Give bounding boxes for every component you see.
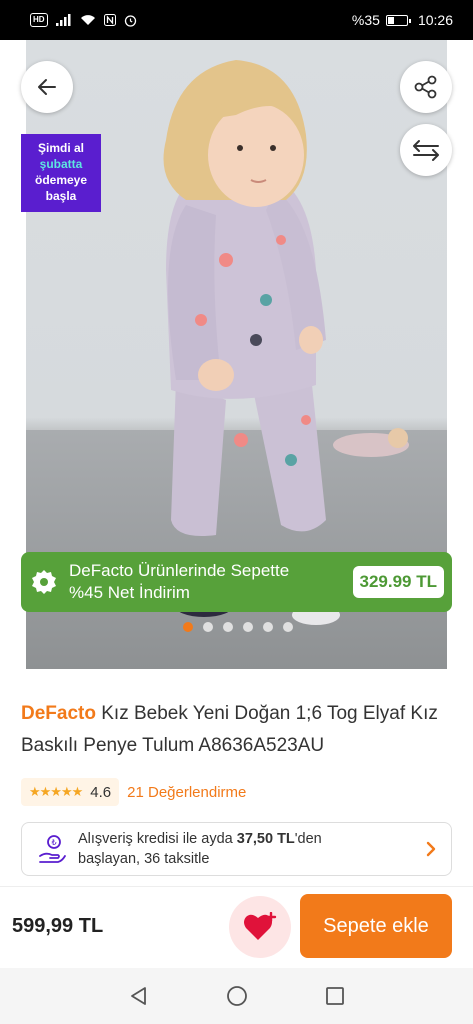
badge-percent-icon <box>32 570 56 594</box>
favorite-button[interactable] <box>229 896 291 958</box>
discount-price: 329.99 TL <box>352 566 444 598</box>
pagination-dot[interactable] <box>282 622 293 632</box>
compare-arrows-icon <box>413 140 439 161</box>
arrow-left-icon <box>38 79 56 95</box>
pagination-dot[interactable] <box>262 622 273 632</box>
credit-suffix: 'den <box>294 831 322 847</box>
nav-home-icon[interactable] <box>225 984 249 1008</box>
hand-coin-icon: ₺ <box>39 835 66 863</box>
status-bar: HD %35 10:26 <box>0 0 473 40</box>
battery-icon <box>385 14 411 26</box>
product-price: 599,99 TL <box>12 915 104 937</box>
nfc-icon <box>103 14 116 26</box>
credit-amount: 37,50 TL <box>236 831 295 847</box>
pagination-dot[interactable] <box>182 622 193 632</box>
promo-tag-line4: başla <box>45 189 77 203</box>
promo-tag-line3: ödemeye <box>34 173 88 187</box>
discount-banner[interactable]: DeFacto Ürünlerinde Sepette %45 Net İndi… <box>21 552 452 612</box>
add-to-cart-button[interactable]: Sepete ekle <box>300 894 452 958</box>
status-right: %35 10:26 <box>352 12 453 28</box>
signal-icon <box>55 14 71 26</box>
product-title: DeFacto Kız Bebek Yeni Doğan 1;6 Tog Ely… <box>21 698 461 762</box>
promo-tag-line1: Şimdi al <box>37 141 84 155</box>
product-brand[interactable]: DeFacto <box>21 703 96 724</box>
system-nav-bar <box>0 968 473 1024</box>
discount-text: DeFacto Ürünlerinde Sepette %45 Net İndi… <box>57 560 353 604</box>
rating-value: 4.6 <box>90 783 112 801</box>
discount-line1: DeFacto Ürünlerinde Sepette <box>69 561 290 580</box>
status-left: HD <box>30 13 137 27</box>
credit-line2: başlayan, 36 taksitle <box>78 851 210 867</box>
pagination-dot[interactable] <box>222 622 233 632</box>
pagination-dot[interactable] <box>202 622 213 632</box>
battery-fill <box>387 16 394 24</box>
rating-row[interactable]: ★★★★★ 4.6 21 Değerlendirme <box>21 778 246 806</box>
chevron-right-icon <box>426 841 436 857</box>
rating-stars: ★★★★★ <box>29 784 83 799</box>
discount-line2: %45 Net İndirim <box>69 583 190 602</box>
pagination-dot[interactable] <box>242 622 253 632</box>
alarm-icon <box>124 14 136 27</box>
share-icon <box>414 75 437 99</box>
credit-offer[interactable]: ₺ Alışveriş kredisi ile ayda 37,50 TL'de… <box>21 822 452 876</box>
nav-back-icon[interactable] <box>128 985 150 1007</box>
wifi-icon <box>80 15 95 25</box>
hd-network-badge: HD <box>30 13 48 27</box>
nav-recents-icon[interactable] <box>324 985 346 1007</box>
promo-tag-line2: şubatta <box>39 157 83 171</box>
share-button[interactable] <box>400 61 452 113</box>
credit-text: Alışveriş kredisi ile ayda 37,50 TL'den … <box>66 829 425 869</box>
heart-icon <box>244 912 277 940</box>
clock: 10:26 <box>417 12 453 28</box>
rating-pill[interactable]: ★★★★★ 4.6 <box>21 778 120 806</box>
svg-text:₺: ₺ <box>51 838 56 847</box>
reviews-link[interactable]: 21 Değerlendirme <box>127 784 246 801</box>
product-gallery[interactable]: Şimdi al şubatta ödemeye başla DeFacto Ü… <box>0 40 473 669</box>
back-button[interactable] <box>21 61 73 113</box>
compare-button[interactable] <box>400 124 452 176</box>
credit-prefix: Alışveriş kredisi ile ayda <box>78 831 237 847</box>
battery-percent: %35 <box>351 12 380 28</box>
gallery-pagination[interactable] <box>0 622 473 632</box>
bottom-action-bar: 599,99 TL Sepete ekle <box>0 886 473 968</box>
promo-tag[interactable]: Şimdi al şubatta ödemeye başla <box>21 134 101 212</box>
